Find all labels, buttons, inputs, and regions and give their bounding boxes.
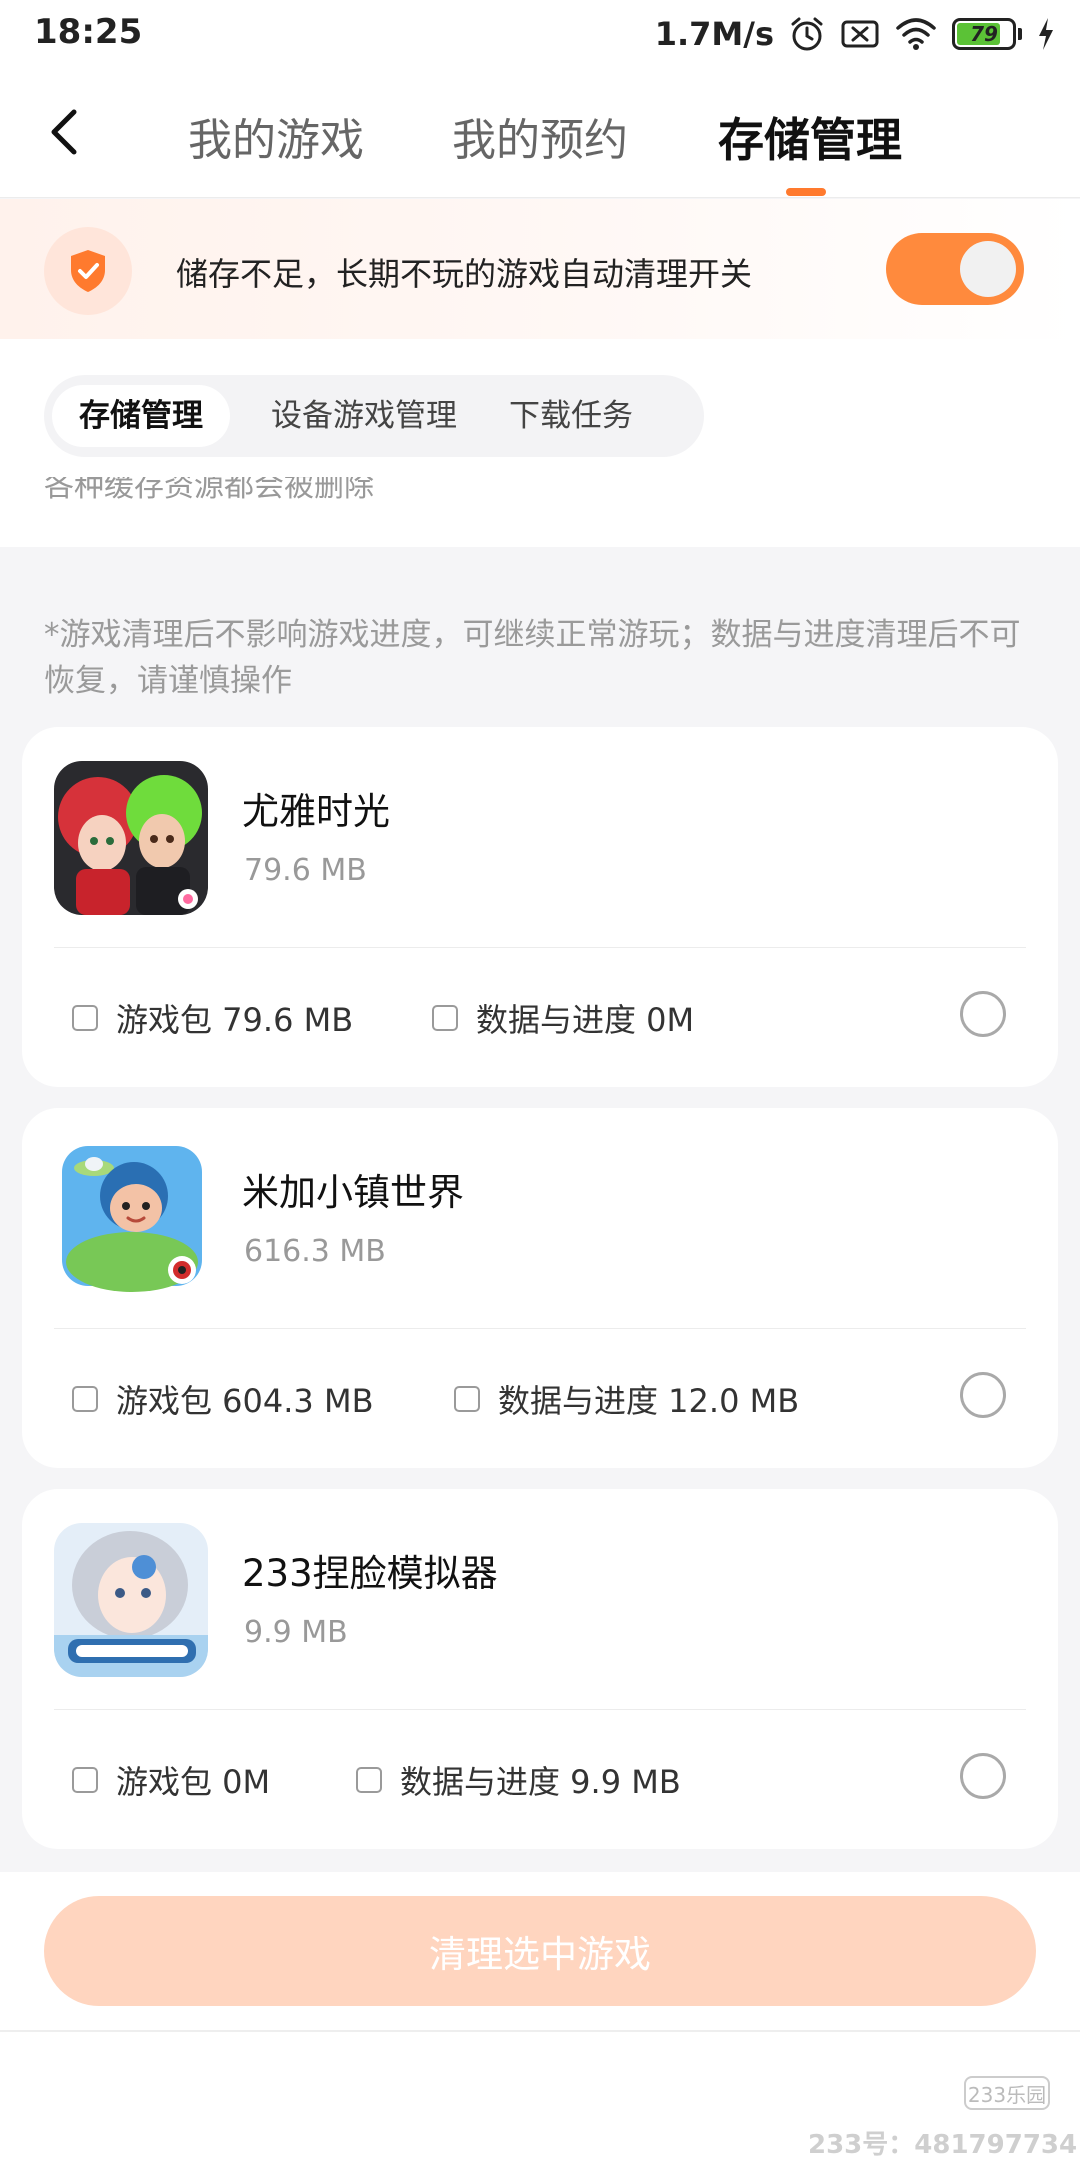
game-name: 233捏脸模拟器 [242,1552,498,1595]
game-size: 9.9 MB [244,1615,348,1650]
auto-clean-label: 储存不足，长期不玩的游戏自动清理开关 [176,255,753,293]
bottom-divider [0,2030,1080,2032]
clean-notice: *游戏清理后不影响游戏进度，可继续正常游玩；数据与进度清理后不可恢复，请谨慎操作 [44,617,1021,699]
card-divider [54,1709,1026,1710]
game-icon-miga[interactable] [54,1142,208,1296]
watermark-text: 233号：481797734 [808,2130,1078,2160]
package-label: 游戏包 79.6 MB [116,1001,354,1039]
package-checkbox[interactable] [72,1767,98,1793]
game-name: 米加小镇世界 [242,1171,464,1214]
clean-selected-button[interactable]: 清理选中游戏 [44,1896,1036,2006]
game-size: 79.6 MB [244,853,367,888]
select-game-radio[interactable] [960,991,1006,1037]
chevron-left-icon [51,109,77,155]
tab-storage-management[interactable]: 存储管理 [718,104,902,170]
data-label: 数据与进度 9.9 MB [400,1763,681,1801]
toggle-knob [960,241,1016,297]
game-card: 233捏脸模拟器 9.9 MB 游戏包 0M 数据与进度 9.9 MB [22,1489,1058,1849]
package-label: 游戏包 604.3 MB [116,1382,374,1420]
package-checkbox[interactable] [72,1005,98,1031]
status-icons: 1.7M/s 79 [655,12,1056,56]
data-checkbox[interactable] [356,1767,382,1793]
card-divider [54,947,1026,948]
data-option[interactable]: 数据与进度 0M [432,995,694,1041]
active-tab-indicator [786,188,826,196]
package-checkbox[interactable] [72,1386,98,1412]
back-button[interactable] [40,104,90,160]
card-divider [54,1328,1026,1329]
game-icon-youya[interactable] [54,761,208,915]
storage-header: 储存不足，长期不玩的游戏自动清理开关 存储管理 设备游戏管理 下载任务 各种缓存… [0,199,1080,547]
auto-clean-banner: 储存不足，长期不玩的游戏自动清理开关 [0,199,1080,339]
game-icon-nielian[interactable] [54,1523,208,1677]
bottom-action-bar: 清理选中游戏 233乐园 233号：481797734 [0,1872,1080,2160]
charging-icon [1036,16,1056,52]
select-game-radio[interactable] [960,1753,1006,1799]
clipped-description: 各种缓存资源都会被删除 [44,477,374,504]
network-speed: 1.7M/s [654,15,774,53]
alarm-icon [788,15,826,53]
shield-check-icon [44,227,132,315]
data-label: 数据与进度 0M [476,1001,695,1039]
subtab-downloads[interactable]: 下载任务 [496,385,646,447]
watermark-badge: 233乐园 [964,2076,1050,2110]
select-game-radio[interactable] [960,1372,1006,1418]
data-checkbox[interactable] [432,1005,458,1031]
package-option[interactable]: 游戏包 0M [72,1757,270,1803]
sub-tab-bar: 存储管理 设备游戏管理 下载任务 [44,375,704,457]
game-name: 尤雅时光 [242,790,390,833]
game-size: 616.3 MB [244,1234,386,1269]
battery-level: 79 [970,22,998,46]
status-time: 18:25 [34,12,143,52]
auto-clean-toggle[interactable] [886,233,1024,305]
battery-icon: 79 [952,18,1022,50]
data-label: 数据与进度 12.0 MB [498,1382,800,1420]
wifi-icon [894,16,938,52]
top-nav: 我的游戏 我的预约 存储管理 [0,68,1080,198]
data-checkbox[interactable] [454,1386,480,1412]
tab-my-games[interactable]: 我的游戏 [188,104,364,168]
subtab-storage[interactable]: 存储管理 [52,385,230,447]
game-card: 尤雅时光 79.6 MB 游戏包 79.6 MB 数据与进度 0M [22,727,1058,1087]
game-card: 米加小镇世界 616.3 MB 游戏包 604.3 MB 数据与进度 12.0 … [22,1108,1058,1468]
subtab-device-games[interactable]: 设备游戏管理 [244,385,484,447]
package-option[interactable]: 游戏包 604.3 MB [72,1376,374,1422]
tab-my-reservations[interactable]: 我的预约 [452,104,628,168]
data-option[interactable]: 数据与进度 9.9 MB [356,1757,681,1803]
data-option[interactable]: 数据与进度 12.0 MB [454,1376,799,1422]
sim-off-icon [840,17,880,51]
status-bar: 18:25 1.7M/s 79 [0,0,1080,68]
package-label: 游戏包 0M [116,1763,271,1801]
package-option[interactable]: 游戏包 79.6 MB [72,995,353,1041]
